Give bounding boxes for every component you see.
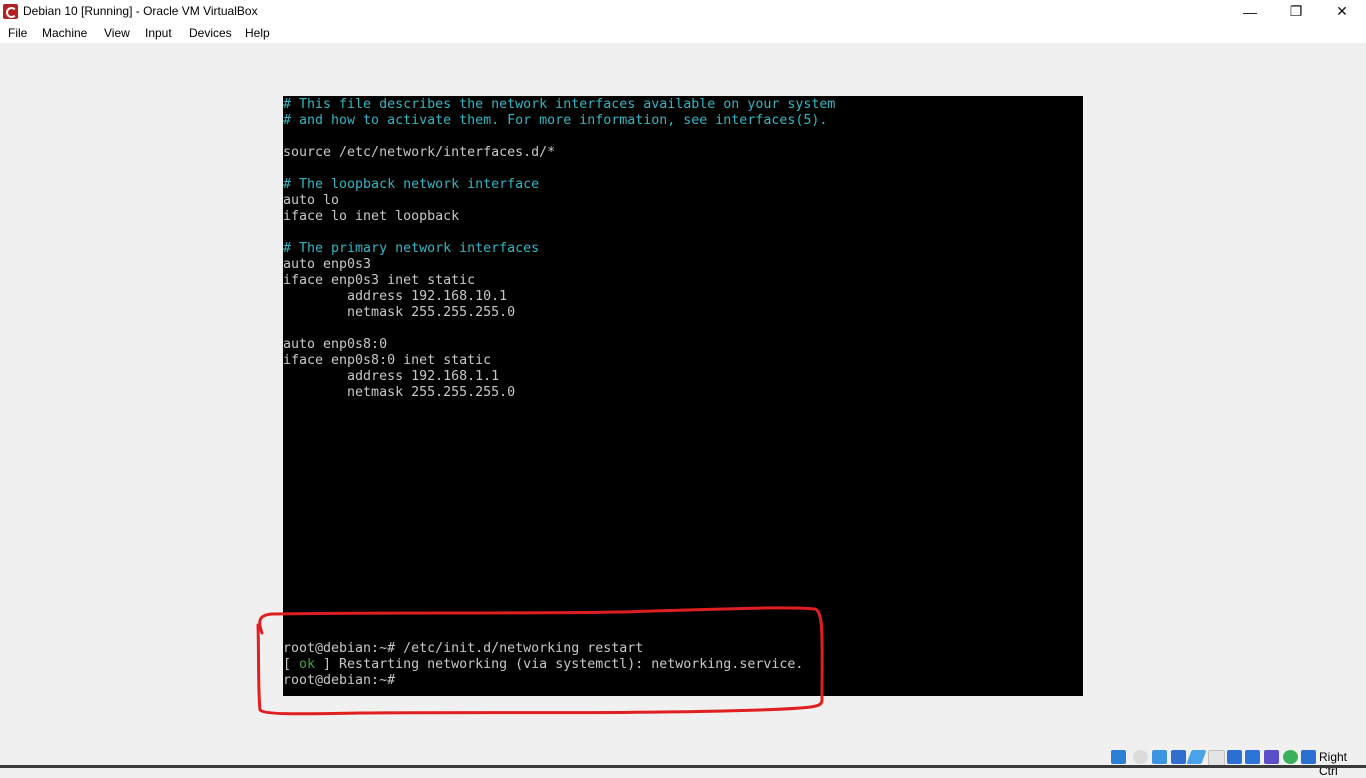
menu-machine[interactable]: Machine — [42, 26, 87, 40]
menu-devices[interactable]: Devices — [189, 26, 232, 40]
minimize-icon: — — [1243, 3, 1257, 20]
console-line: source /etc/network/interfaces.d/* — [283, 145, 556, 160]
console-line: netmask 255.255.255.0 — [283, 305, 516, 320]
keyboard-capture-icon[interactable] — [1301, 750, 1316, 764]
virtualbox-app-icon — [3, 4, 18, 19]
shared-folders-icon[interactable] — [1208, 750, 1225, 766]
console-line: address 192.168.1.1 — [283, 369, 500, 384]
menu-input[interactable]: Input — [145, 26, 172, 40]
usb-icon[interactable] — [1186, 750, 1207, 764]
video-capture-icon[interactable] — [1245, 750, 1260, 764]
status-bracket-open: [ — [283, 657, 300, 672]
close-icon: ✕ — [1336, 3, 1348, 19]
console-line: # The loopback network interface — [283, 177, 540, 192]
cpu-virtualization-icon[interactable] — [1264, 750, 1279, 764]
menu-file[interactable]: File — [8, 26, 27, 40]
host-key-label: Right Ctrl — [1319, 750, 1348, 778]
restore-button[interactable]: ❐ — [1273, 0, 1319, 23]
status-ok: ok — [299, 657, 316, 672]
status-message: ] Restarting networking (via systemctl):… — [315, 657, 804, 672]
minimize-button[interactable]: — — [1227, 0, 1273, 23]
network-icon[interactable] — [1171, 750, 1186, 764]
display-icon[interactable] — [1227, 750, 1242, 764]
title-bar: Debian 10 [Running] - Oracle VM VirtualB… — [0, 0, 1366, 23]
console-line: auto enp0s8:0 — [283, 337, 388, 352]
menu-bar: File Machine View Input Devices Help — [0, 23, 1366, 43]
console-line: # The primary network interfaces — [283, 241, 540, 256]
close-button[interactable]: ✕ — [1319, 0, 1365, 23]
menu-help[interactable]: Help — [245, 26, 270, 40]
window-title: Debian 10 [Running] - Oracle VM VirtualB… — [23, 4, 258, 18]
optical-drive-icon[interactable] — [1133, 750, 1148, 764]
console-line: auto lo — [283, 193, 340, 208]
vm-console-screen[interactable]: # This file describes the network interf… — [283, 96, 1083, 696]
command-line: root@debian:~# /etc/init.d/networking re… — [283, 641, 644, 656]
menu-view[interactable]: View — [104, 26, 130, 40]
console-line: iface enp0s3 inet static — [283, 273, 476, 288]
console-line: iface lo inet loopback — [283, 209, 460, 224]
status-line: [ ok ] Restarting networking (via system… — [283, 657, 803, 673]
audio-icon[interactable] — [1152, 750, 1167, 764]
restore-icon: ❐ — [1289, 3, 1303, 19]
console-line: netmask 255.255.255.0 — [283, 385, 516, 400]
console-line: address 192.168.10.1 — [283, 289, 508, 304]
mouse-integration-icon[interactable] — [1283, 750, 1298, 764]
console-line: # and how to activate them. For more inf… — [283, 113, 828, 128]
hard-disk-icon[interactable] — [1111, 750, 1126, 764]
shell-prompt[interactable]: root@debian:~# — [283, 673, 395, 689]
console-line: auto enp0s3 — [283, 257, 372, 272]
console-line: iface enp0s8:0 inet static — [283, 353, 492, 368]
console-line: # This file describes the network interf… — [283, 97, 836, 112]
